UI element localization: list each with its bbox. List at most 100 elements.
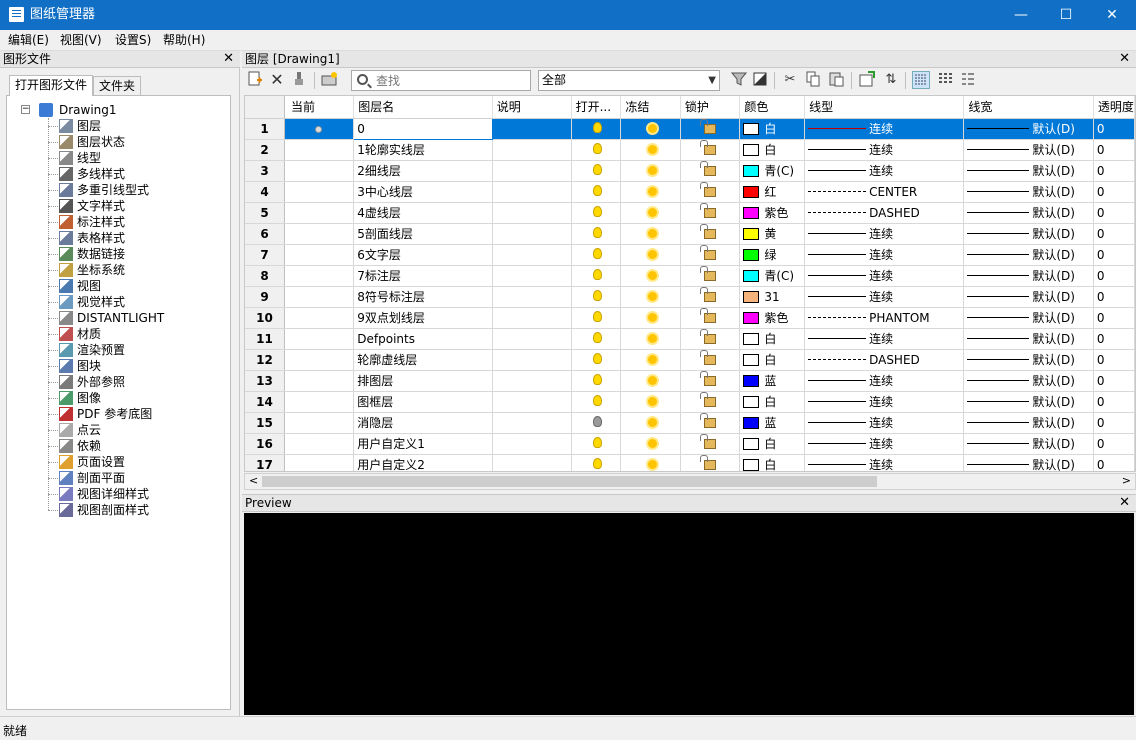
linetype-cell[interactable]: 连续 bbox=[804, 244, 965, 266]
column-header-name[interactable]: 图层名 bbox=[353, 96, 493, 119]
on-cell[interactable] bbox=[571, 244, 622, 266]
description-cell[interactable] bbox=[492, 286, 572, 308]
table-row[interactable]: 1 0 白 连续 默认(D) 0 bbox=[245, 117, 1135, 140]
table-row[interactable]: 3 2细线层 青(C) 连续 默认(D) 0 bbox=[245, 160, 1135, 182]
linetype-cell[interactable]: 连续 bbox=[804, 454, 965, 471]
lineweight-cell[interactable]: 默认(D) bbox=[963, 454, 1094, 471]
layer-name-cell[interactable]: 2细线层 bbox=[353, 160, 493, 182]
layer-name-cell[interactable]: 用户自定义2 bbox=[353, 454, 493, 471]
filter-icon[interactable] bbox=[730, 71, 748, 89]
current-cell[interactable] bbox=[284, 244, 355, 266]
layer-name-cell[interactable]: 5剖面线层 bbox=[353, 223, 493, 245]
table-row[interactable]: 15 消隐层 蓝 连续 默认(D) 0 bbox=[245, 412, 1135, 434]
lineweight-cell[interactable]: 默认(D) bbox=[963, 265, 1094, 287]
lineweight-cell[interactable]: 默认(D) bbox=[963, 139, 1094, 161]
on-cell[interactable] bbox=[571, 265, 622, 287]
minimize-button[interactable]: — bbox=[998, 0, 1044, 30]
on-cell[interactable] bbox=[571, 202, 622, 224]
linetype-cell[interactable]: 连续 bbox=[804, 412, 965, 434]
column-header-lineweight[interactable]: 线宽 bbox=[963, 96, 1094, 119]
lineweight-cell[interactable]: 默认(D) bbox=[963, 160, 1094, 182]
lineweight-cell[interactable]: 默认(D) bbox=[963, 223, 1094, 245]
linetype-cell[interactable]: 连续 bbox=[804, 265, 965, 287]
on-cell[interactable] bbox=[571, 223, 622, 245]
menu-help[interactable]: 帮助(H) bbox=[163, 33, 205, 48]
linetype-cell[interactable]: 连续 bbox=[804, 391, 965, 413]
color-cell[interactable]: 31 bbox=[739, 286, 806, 308]
description-cell[interactable] bbox=[492, 181, 572, 203]
current-cell[interactable] bbox=[284, 412, 355, 434]
description-cell[interactable] bbox=[492, 349, 572, 371]
column-header-linetype[interactable]: 线型 bbox=[804, 96, 965, 119]
description-cell[interactable] bbox=[492, 202, 572, 224]
table-row[interactable]: 11 Defpoints 白 连续 默认(D) 0 bbox=[245, 328, 1135, 350]
freeze-cell[interactable] bbox=[620, 160, 681, 182]
current-cell[interactable] bbox=[284, 160, 355, 182]
expand-minus-icon[interactable]: − bbox=[21, 105, 30, 114]
transparency-cell[interactable]: 0 bbox=[1093, 370, 1135, 392]
table-row[interactable]: 9 8符号标注层 31 连续 默认(D) 0 bbox=[245, 286, 1135, 308]
lock-cell[interactable] bbox=[680, 202, 741, 224]
column-header-lock[interactable]: 锁护 bbox=[680, 96, 741, 119]
lock-cell[interactable] bbox=[680, 139, 741, 161]
freeze-cell[interactable] bbox=[620, 307, 681, 329]
menu-settings[interactable]: 设置S) bbox=[115, 33, 151, 48]
on-cell[interactable] bbox=[571, 391, 622, 413]
layer-name-cell[interactable]: 消隐层 bbox=[353, 412, 493, 434]
freeze-cell[interactable] bbox=[620, 118, 681, 140]
column-header-color[interactable]: 颜色 bbox=[739, 96, 806, 119]
freeze-cell[interactable] bbox=[620, 370, 681, 392]
close-button[interactable]: ✕ bbox=[1089, 0, 1135, 30]
transparency-cell[interactable]: 0 bbox=[1093, 223, 1135, 245]
table-row[interactable]: 6 5剖面线层 黄 连续 默认(D) 0 bbox=[245, 223, 1135, 245]
tab-open-drawings[interactable]: 打开图形文件 bbox=[9, 75, 94, 96]
horizontal-scrollbar[interactable]: < > bbox=[244, 473, 1136, 490]
table-row[interactable]: 7 6文字层 绿 连续 默认(D) 0 bbox=[245, 244, 1135, 266]
freeze-cell[interactable] bbox=[620, 181, 681, 203]
current-cell[interactable] bbox=[284, 223, 355, 245]
on-cell[interactable] bbox=[571, 160, 622, 182]
linetype-cell[interactable]: 连续 bbox=[804, 118, 965, 140]
transparency-cell[interactable]: 0 bbox=[1093, 139, 1135, 161]
current-cell[interactable] bbox=[284, 265, 355, 287]
linetype-cell[interactable]: 连续 bbox=[804, 286, 965, 308]
lineweight-cell[interactable]: 默认(D) bbox=[963, 118, 1094, 140]
linetype-cell[interactable]: DASHED bbox=[804, 202, 965, 224]
lock-cell[interactable] bbox=[680, 244, 741, 266]
transparency-cell[interactable]: 0 bbox=[1093, 307, 1135, 329]
layer-name-cell[interactable]: 排图层 bbox=[353, 370, 493, 392]
description-cell[interactable] bbox=[492, 370, 572, 392]
transparency-cell[interactable]: 0 bbox=[1093, 391, 1135, 413]
description-cell[interactable] bbox=[492, 307, 572, 329]
layer-name-cell[interactable]: 用户自定义1 bbox=[353, 433, 493, 455]
current-cell[interactable] bbox=[284, 286, 355, 308]
tab-folders[interactable]: 文件夹 bbox=[93, 76, 142, 96]
delete-layer-icon[interactable]: ✕ bbox=[268, 71, 286, 89]
lineweight-cell[interactable]: 默认(D) bbox=[963, 286, 1094, 308]
current-cell[interactable] bbox=[284, 370, 355, 392]
on-cell[interactable] bbox=[571, 370, 622, 392]
swap-icon[interactable]: ⇅ bbox=[882, 71, 900, 89]
on-cell[interactable] bbox=[571, 454, 622, 471]
lock-cell[interactable] bbox=[680, 349, 741, 371]
on-cell[interactable] bbox=[571, 139, 622, 161]
current-cell[interactable] bbox=[284, 139, 355, 161]
lock-cell[interactable] bbox=[680, 286, 741, 308]
lock-cell[interactable] bbox=[680, 181, 741, 203]
transparency-cell[interactable]: 0 bbox=[1093, 454, 1135, 471]
transparency-cell[interactable]: 0 bbox=[1093, 244, 1135, 266]
on-cell[interactable] bbox=[571, 328, 622, 350]
scroll-left-icon[interactable]: < bbox=[249, 474, 258, 487]
scrollbar-thumb[interactable] bbox=[262, 476, 877, 487]
lock-cell[interactable] bbox=[680, 391, 741, 413]
paste-icon[interactable] bbox=[827, 71, 845, 89]
on-cell[interactable] bbox=[571, 118, 622, 140]
new-layer-icon[interactable] bbox=[246, 71, 264, 89]
description-cell[interactable] bbox=[492, 139, 572, 161]
color-cell[interactable]: 绿 bbox=[739, 244, 806, 266]
layer-name-cell[interactable]: 3中心线层 bbox=[353, 181, 493, 203]
color-cell[interactable]: 白 bbox=[739, 391, 806, 413]
on-cell[interactable] bbox=[571, 349, 622, 371]
lineweight-cell[interactable]: 默认(D) bbox=[963, 202, 1094, 224]
maximize-button[interactable]: ☐ bbox=[1043, 0, 1089, 30]
